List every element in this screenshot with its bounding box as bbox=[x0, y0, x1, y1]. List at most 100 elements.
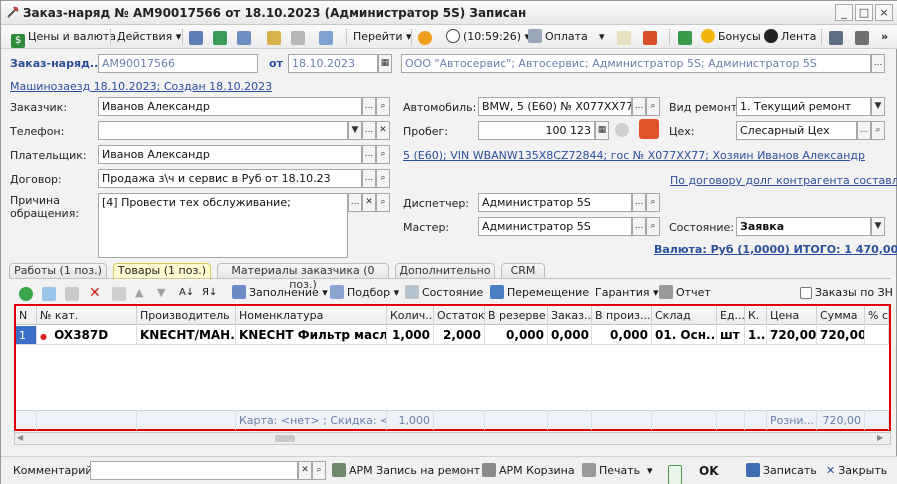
table-icon[interactable] bbox=[855, 31, 869, 45]
horizontal-scrollbar[interactable]: ◀ ▶ bbox=[14, 432, 891, 445]
debt-link[interactable]: По договору долг контрагента составля... bbox=[670, 174, 897, 187]
fill-menu[interactable]: Заполнение ▾ bbox=[232, 284, 328, 302]
ok-button[interactable]: OK bbox=[699, 461, 719, 481]
col-header-reserved[interactable]: В резерве bbox=[485, 306, 548, 325]
phone-select-button[interactable]: ... bbox=[362, 121, 376, 140]
dispatcher-search-icon[interactable]: ⌕ bbox=[646, 193, 660, 212]
cell-nomenclature[interactable]: KNECHT Фильтр масл... bbox=[236, 326, 387, 345]
cell-in-production[interactable]: 0,000 bbox=[592, 326, 652, 345]
customer-field[interactable]: Иванов Александр bbox=[98, 97, 362, 116]
scroll-left-icon[interactable]: ◀ bbox=[17, 433, 23, 442]
col-header-percent[interactable]: % с. bbox=[865, 306, 889, 325]
car-info-link[interactable]: 5 (E60); VIN WBANW135X8CZ72844; гос № Х0… bbox=[403, 149, 865, 162]
master-select-button[interactable]: ... bbox=[632, 217, 646, 236]
delete-row-icon[interactable]: ✕ bbox=[89, 284, 101, 302]
calendar-icon[interactable]: ▦ bbox=[378, 54, 392, 73]
customer-search-icon[interactable]: ⌕ bbox=[376, 97, 390, 116]
col-header-ordered[interactable]: Заказ... bbox=[548, 306, 592, 325]
prices-currency-button[interactable]: $ Цены и валюта bbox=[11, 28, 116, 48]
payment-button[interactable]: Оплата bbox=[528, 28, 588, 46]
print-dropdown-icon[interactable]: ▾ bbox=[647, 461, 653, 481]
table-row[interactable]: 1 ● OX387D KNECHT/MAH... KNECHT Фильтр масл… bbox=[16, 326, 889, 345]
dispatcher-select-button[interactable]: ... bbox=[632, 193, 646, 212]
more-toolbar-button[interactable]: » bbox=[881, 28, 888, 46]
visit-link[interactable]: Машинозаезд 18.10.2023; Создан 18.10.202… bbox=[10, 80, 272, 93]
cell-percent[interactable] bbox=[865, 326, 889, 345]
tab-crm[interactable]: CRM bbox=[501, 263, 545, 279]
repair-type-dropdown-icon[interactable]: ▼ bbox=[871, 97, 885, 116]
power-icon[interactable] bbox=[639, 119, 659, 139]
comment-field[interactable] bbox=[90, 461, 298, 480]
tab-works[interactable]: Работы (1 поз.) bbox=[9, 263, 107, 279]
customer-select-button[interactable]: ... bbox=[362, 97, 376, 116]
cell-price[interactable]: 720,00 bbox=[767, 326, 817, 345]
cell-n[interactable]: 1 bbox=[16, 326, 37, 345]
organization-field[interactable]: ООО "Автосервис"; Автосервис; Администра… bbox=[401, 54, 871, 73]
disk-icon[interactable] bbox=[291, 31, 305, 45]
order-number-field[interactable]: АМ90017566 bbox=[98, 54, 258, 73]
copy-row-icon[interactable] bbox=[42, 287, 56, 301]
copy-icon[interactable] bbox=[319, 31, 333, 45]
minimize-button[interactable]: _ bbox=[835, 4, 853, 21]
comment-clear-icon[interactable]: ✕ bbox=[298, 461, 312, 480]
move-button[interactable]: Перемещение bbox=[490, 284, 589, 302]
col-header-stock[interactable]: Остаток bbox=[434, 306, 485, 325]
col-header-warehouse[interactable]: Склад bbox=[652, 306, 717, 325]
orders-checkbox[interactable]: Заказы по ЗН bbox=[800, 284, 893, 302]
move-up-icon[interactable]: ▲ bbox=[135, 284, 143, 302]
dispatcher-field[interactable]: Администратор 5S bbox=[478, 193, 632, 212]
arm-cart-button[interactable]: АРМ Корзина bbox=[482, 461, 575, 481]
reason-search-icon[interactable]: ⌕ bbox=[376, 193, 390, 212]
tab-customer-materials[interactable]: Материалы заказчика (0 поз.) bbox=[217, 263, 389, 291]
shop-select-button[interactable]: ... bbox=[857, 121, 871, 140]
goto-menu[interactable]: Перейти ▾ bbox=[353, 28, 412, 46]
select-menu[interactable]: Подбор ▾ bbox=[330, 284, 399, 302]
shop-icon[interactable] bbox=[678, 31, 692, 45]
key-icon[interactable] bbox=[615, 123, 629, 137]
help-icon[interactable] bbox=[418, 31, 432, 45]
col-header-sum[interactable]: Сумма bbox=[817, 306, 865, 325]
print-button[interactable]: Печать bbox=[582, 461, 640, 481]
col-header-manufacturer[interactable]: Производитель bbox=[137, 306, 236, 325]
reason-clear-icon[interactable]: ✕ bbox=[362, 193, 376, 212]
col-header-coef[interactable]: К. bbox=[745, 306, 767, 325]
col-header-price[interactable]: Цена bbox=[767, 306, 817, 325]
list-icon[interactable] bbox=[237, 31, 251, 45]
state-field[interactable]: Заявка bbox=[736, 217, 871, 236]
mileage-field[interactable]: 100 123 bbox=[478, 121, 595, 140]
scroll-thumb[interactable] bbox=[275, 435, 295, 442]
sign-icon[interactable] bbox=[617, 31, 631, 45]
col-header-catalog-no[interactable]: № кат. bbox=[37, 306, 137, 325]
actions-menu[interactable]: Действия ▾ bbox=[117, 28, 181, 46]
phone-clear-icon[interactable]: ✕ bbox=[376, 121, 390, 140]
organization-select-button[interactable]: ... bbox=[871, 54, 885, 73]
col-header-quantity[interactable]: Колич... bbox=[387, 306, 434, 325]
shop-search-icon[interactable]: ⌕ bbox=[871, 121, 885, 140]
maximize-button[interactable]: □ bbox=[855, 4, 873, 21]
warranty-menu[interactable]: Гарантия ▾ bbox=[595, 284, 659, 302]
tab-additional[interactable]: Дополнительно bbox=[395, 263, 495, 279]
save-button[interactable]: Записать bbox=[746, 461, 817, 481]
cell-sum[interactable]: 720,00 bbox=[817, 326, 865, 345]
scan-icon[interactable] bbox=[643, 31, 657, 45]
reason-field[interactable]: [4] Провести тех обслуживание; bbox=[98, 193, 348, 258]
state-dropdown-icon[interactable]: ▼ bbox=[871, 217, 885, 236]
contract-field[interactable]: Продажа з\ч и сервис в Руб от 18.10.23 bbox=[98, 169, 362, 188]
master-field[interactable]: Администратор 5S bbox=[478, 217, 632, 236]
doc-icon[interactable] bbox=[189, 31, 203, 45]
phone-field[interactable] bbox=[98, 121, 348, 140]
cell-ordered[interactable]: 0,000 bbox=[548, 326, 592, 345]
close-button[interactable]: ✕ Закрыть bbox=[826, 461, 887, 481]
bonuses-button[interactable]: Бонусы bbox=[701, 28, 761, 46]
check-icon[interactable] bbox=[668, 465, 682, 484]
cell-quantity[interactable]: 1,000 bbox=[387, 326, 434, 345]
refresh-icon[interactable] bbox=[213, 31, 227, 45]
master-search-icon[interactable]: ⌕ bbox=[646, 217, 660, 236]
shop-field[interactable]: Слесарный Цех bbox=[736, 121, 857, 140]
payer-field[interactable]: Иванов Александр bbox=[98, 145, 362, 164]
payer-search-icon[interactable]: ⌕ bbox=[376, 145, 390, 164]
repair-type-field[interactable]: 1. Текущий ремонт bbox=[736, 97, 871, 116]
comment-search-icon[interactable]: ⌕ bbox=[312, 461, 326, 480]
car-search-icon[interactable]: ⌕ bbox=[646, 97, 660, 116]
col-header-nomenclature[interactable]: Номенклатура bbox=[236, 306, 387, 325]
